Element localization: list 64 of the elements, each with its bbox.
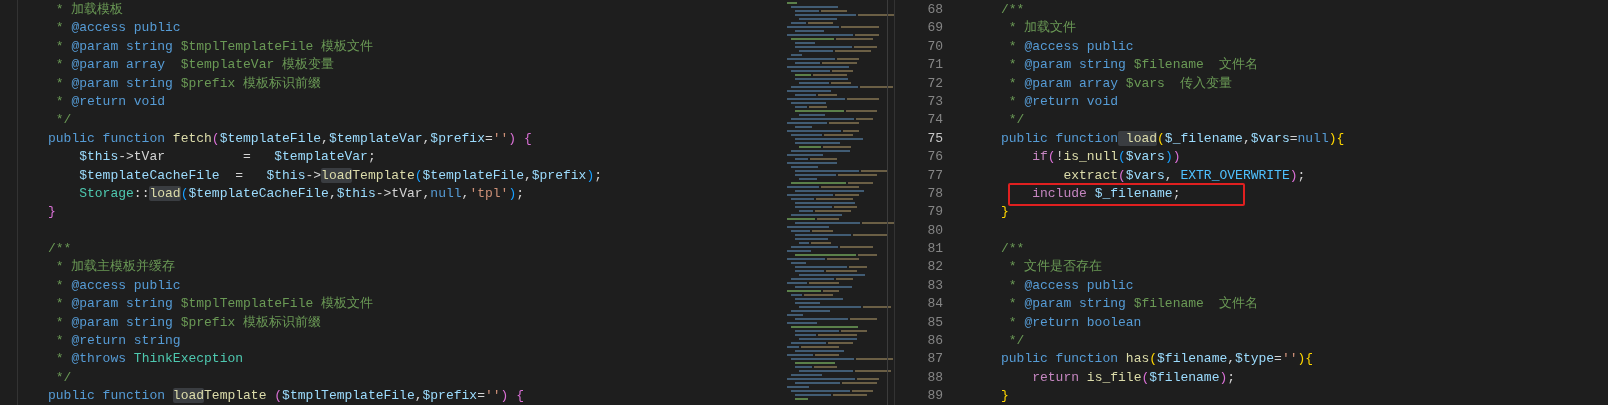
code-line: * 加载模板 [54,1,124,19]
line-number: 83 [927,276,943,295]
line-number: 70 [927,37,943,56]
code-line: /** [1001,1,1025,19]
code-line: /** [1001,240,1025,259]
code-line: * @throws ThinkExecption [54,350,244,369]
code-line: } [48,203,56,222]
code-line: } [1001,203,1009,222]
code-line: * @param string $prefix 模板标识前缀 [54,74,322,93]
code-line: * @return string [54,332,181,351]
line-number: 69 [927,19,943,38]
line-number: 77 [927,166,943,185]
code-line: * @param string $tmplTemplateFile 模板文件 [54,37,374,56]
code-line: * @param array $templateVar 模板变量 [54,56,335,75]
line-number: 76 [927,148,943,167]
code-line: * @access public [54,276,181,295]
code-line: * @return boolean [1007,313,1142,332]
code-line: */ [54,368,72,387]
code-line: * 文件是否存在 [1007,258,1103,277]
code-line: */ [1007,111,1025,130]
line-number: 80 [927,221,943,240]
code-line: */ [1007,332,1025,351]
code-line: if(!is_null($vars)) [1031,148,1181,167]
line-number: 78 [927,184,943,203]
code-line: $this->tVar = $templateVar; [78,148,376,167]
code-line: * 加载文件 [1007,19,1077,38]
code-line: public function has($filename,$type=''){ [1001,350,1314,369]
code-line: Storage::load($templateCacheFile,$this->tVar,null,'tpl'); [78,184,524,203]
line-number: 79 [927,203,943,222]
line-number: 73 [927,92,943,111]
code-line: */ [54,111,72,130]
code-line: public function fetch($templateFile,$templateVar,$prefix='') { [48,129,532,148]
line-number: 71 [927,56,943,75]
code-line: include $_filename; [1031,184,1181,203]
code-line: * @param array $vars 传入变量 [1007,74,1233,93]
line-number: 84 [927,295,943,314]
line-number: 87 [927,350,943,369]
code-line: /** [48,240,72,259]
code-line: * @access public [1007,37,1134,56]
code-line: * @return void [54,92,166,111]
code-line: } [1001,387,1009,405]
line-number: 72 [927,74,943,93]
code-line: * @param string $filename 文件名 [1007,56,1259,75]
code-line: * @access public [1007,276,1134,295]
line-number: 89 [927,387,943,405]
line-number: 82 [927,258,943,277]
code-line: public function loadTemplate ($tmplTemplateFile,$prefix='') { [48,387,524,405]
code-line: * @param string $filename 文件名 [1007,295,1259,314]
line-number: 75 [927,129,943,148]
code-line: * 加载主模板并缓存 [54,258,176,277]
code-line: $templateCacheFile = $this->loadTemplate($templateFile,$prefix); [78,166,602,185]
code-line: * @access public [54,19,181,38]
line-number: 68 [927,1,943,19]
line-number: 88 [927,368,943,387]
line-number: 81 [927,240,943,259]
line-number: 86 [927,332,943,351]
code-line: return is_file($filename); [1031,368,1236,387]
code-line: extract($vars, EXTR_OVERWRITE); [1062,166,1306,185]
line-number: 85 [927,313,943,332]
code-line: * @param string $tmplTemplateFile 模板文件 [54,295,374,314]
line-number: 74 [927,111,943,130]
code-line: * @param string $prefix 模板标识前缀 [54,313,322,332]
code-line: public function load($_filename,$vars=null){ [1001,129,1345,148]
code-line: * @return void [1007,92,1119,111]
